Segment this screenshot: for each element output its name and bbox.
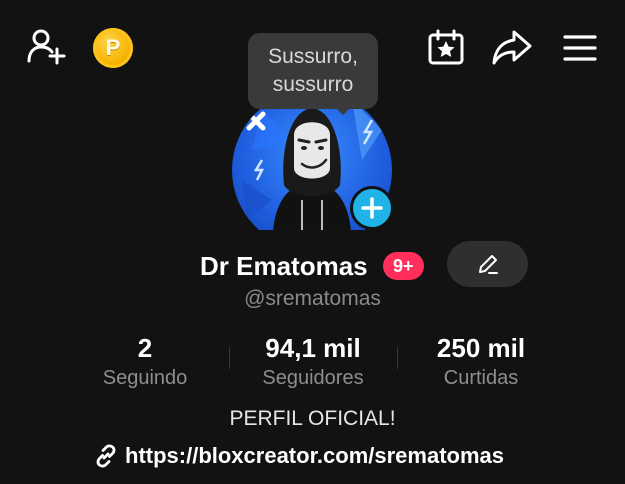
plus-icon [361, 197, 383, 219]
add-user-icon[interactable] [24, 26, 68, 66]
stat-label: Seguindo [102, 367, 188, 389]
stat-label: Curtidas [443, 367, 519, 389]
username-handle: @srematomas [244, 287, 381, 310]
stat-value: 94,1 mil [265, 333, 361, 363]
notification-badge[interactable]: 9+ [383, 252, 424, 280]
tooltip-line-1: Sussurro, [268, 45, 358, 68]
edit-profile-button[interactable] [447, 241, 528, 287]
whisper-tooltip: Sussurro, sussurro [248, 33, 378, 109]
share-icon[interactable] [490, 27, 534, 67]
menu-icon[interactable] [560, 30, 600, 66]
profile-name-row: Dr Ematomas 9+ [0, 241, 625, 287]
stat-likes[interactable]: 250 mil Curtidas [396, 333, 566, 390]
calendar-star-icon[interactable] [425, 27, 467, 67]
bio-text: PERFIL OFICIAL! [229, 407, 396, 430]
display-name: Dr Ematomas [200, 251, 368, 281]
stat-following[interactable]: 2 Seguindo [60, 333, 230, 390]
stat-value: 2 [137, 333, 153, 363]
link-icon [96, 444, 116, 468]
stat-value: 250 mil [436, 333, 526, 363]
bio-link-text[interactable]: https://bloxcreator.com/srematomas [125, 443, 504, 469]
stat-label: Seguidores [262, 367, 364, 389]
add-avatar-button[interactable] [350, 186, 394, 230]
coin-letter: P [105, 35, 121, 60]
stat-followers[interactable]: 94,1 mil Seguidores [228, 333, 398, 390]
bio-link[interactable]: https://bloxcreator.com/srematomas [93, 441, 504, 471]
tooltip-tail [334, 106, 352, 115]
coin-icon[interactable]: P [93, 28, 133, 68]
pencil-icon [478, 255, 498, 274]
tooltip-line-2: sussurro [272, 73, 354, 96]
